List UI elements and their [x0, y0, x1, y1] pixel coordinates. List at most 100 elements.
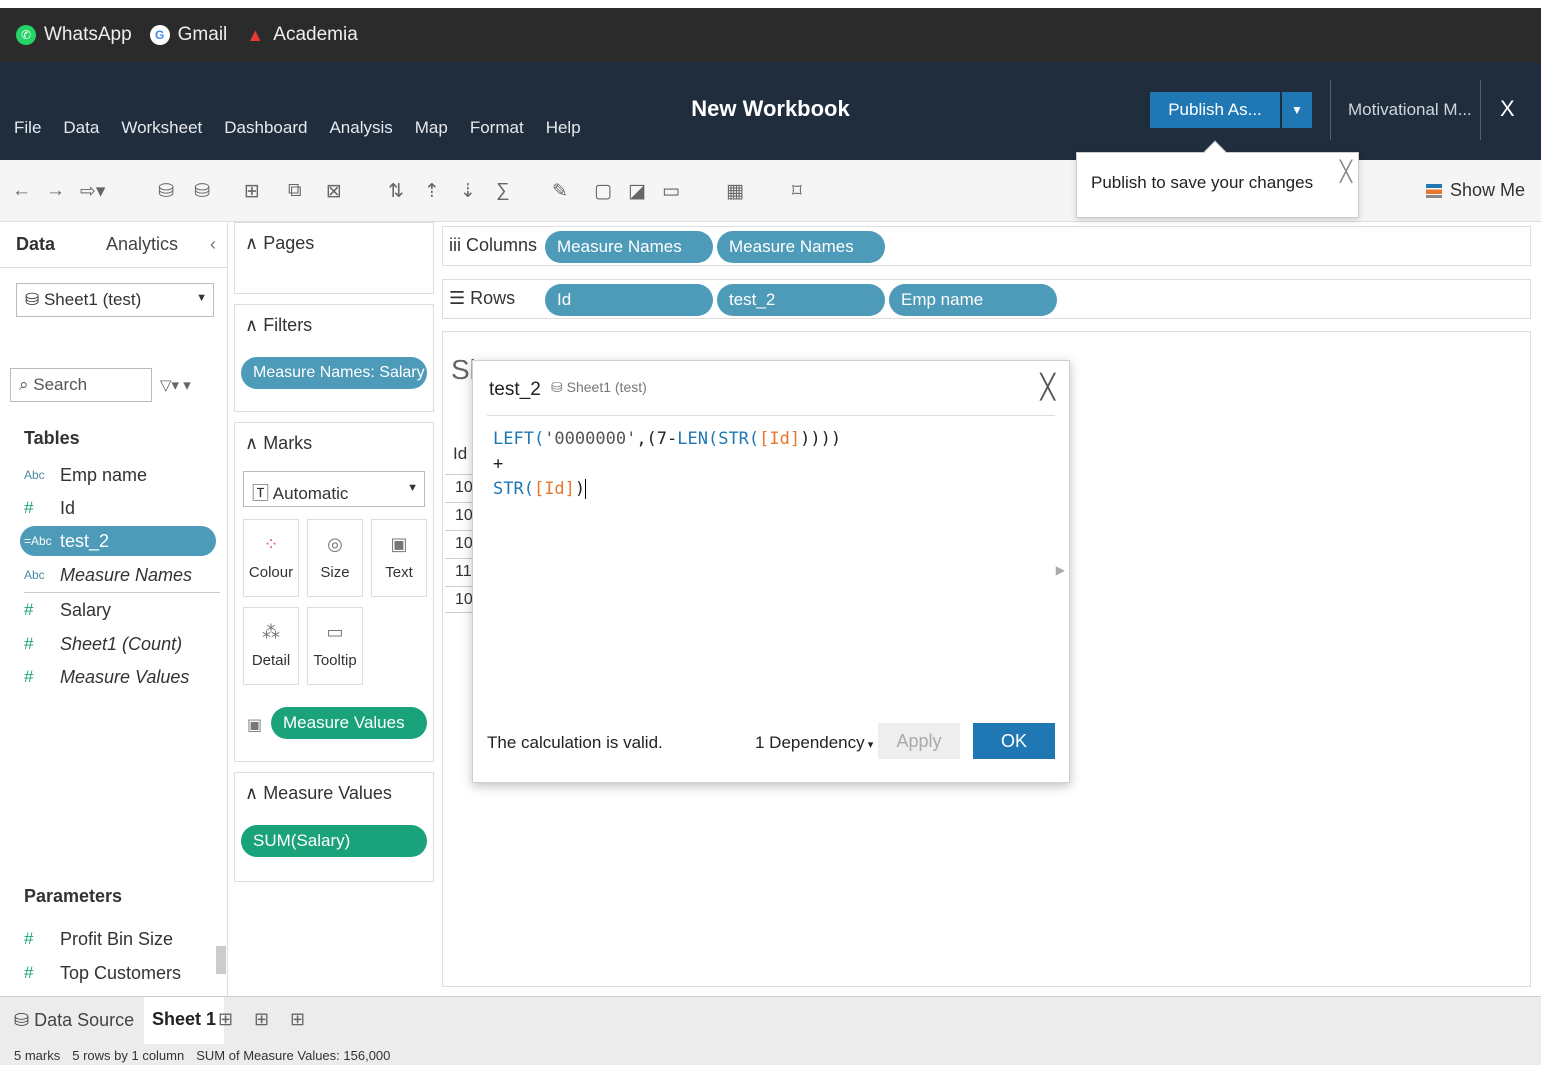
tab-analytics[interactable]: Analytics — [106, 234, 178, 255]
filter-pill[interactable]: Measure Names: Salary — [241, 357, 427, 389]
field-emp-name[interactable]: Abc Emp name — [24, 460, 220, 490]
sort-ascending-icon[interactable]: ⇡ — [424, 180, 440, 203]
new-story-icon[interactable]: ⊞ — [290, 1009, 305, 1030]
chevron-down-icon: ▼ — [407, 482, 418, 494]
datasource-icon: ⛁ — [25, 290, 44, 309]
undo-icon[interactable]: ← — [12, 180, 31, 202]
bookmark-whatsapp[interactable]: ✆ WhatsApp — [16, 24, 132, 46]
menu-map[interactable]: Map — [415, 118, 448, 138]
new-dashboard-icon[interactable]: ⊞ — [254, 1009, 269, 1030]
marks-pill-measure-values[interactable]: Measure Values — [271, 707, 427, 739]
show-me-button[interactable]: Show Me — [1426, 180, 1525, 201]
tab-data-source[interactable]: ⛁ Data Source — [14, 1010, 134, 1031]
field-measure-names[interactable]: Abc Measure Names — [24, 560, 220, 590]
pause-updates-icon[interactable]: ⛁ — [194, 180, 210, 203]
ok-button[interactable]: OK — [973, 723, 1055, 759]
collapse-icon[interactable]: ∧ — [245, 315, 263, 335]
sort-descending-icon[interactable]: ⇣ — [460, 180, 476, 203]
parameters-heading: Parameters — [24, 886, 123, 906]
table-cell: 10 — [445, 474, 475, 501]
totals-icon[interactable]: ∑ — [496, 180, 510, 202]
formula-editor[interactable]: LEFT('0000000',(7-LEN(STR([Id])))) + STR… — [493, 427, 841, 502]
menu-help[interactable]: Help — [546, 118, 581, 138]
field-measure-values[interactable]: # Measure Values — [24, 662, 220, 692]
menu-analysis[interactable]: Analysis — [329, 118, 392, 138]
swap-icon[interactable]: ⇅ — [388, 180, 404, 203]
scrollbar[interactable] — [216, 946, 226, 974]
detail-button[interactable]: ⁂ Detail — [243, 607, 299, 685]
redo-icon[interactable]: → — [46, 180, 65, 202]
param-top-customers[interactable]: # Top Customers — [24, 958, 220, 988]
validation-status: The calculation is valid. — [487, 733, 663, 752]
tab-data[interactable]: Data — [16, 234, 55, 255]
calc-name[interactable]: test_2 — [489, 379, 541, 401]
param-profit-bin-size[interactable]: # Profit Bin Size — [24, 924, 220, 954]
calculation-dialog: test_2 ⛁ Sheet1 (test) ╳ LEFT('0000000',… — [472, 360, 1070, 783]
replay-icon[interactable]: ⇨▾ — [80, 180, 105, 203]
rows-shelf: ☰ Rows Id test_2 Emp name — [442, 279, 1531, 319]
close-icon[interactable]: ╳ — [1041, 373, 1055, 402]
datasource-select[interactable]: ⛁ Sheet1 (test) ▼ — [16, 283, 214, 317]
google-icon: G — [149, 25, 170, 45]
new-datasource-icon[interactable]: ⛁ — [158, 180, 174, 203]
tooltip-button[interactable]: ▭ Tooltip — [307, 607, 363, 685]
search-input[interactable]: ⌕ Search — [10, 368, 152, 402]
fit-icon[interactable]: ▭ — [662, 180, 680, 203]
size-button[interactable]: ◎ Size — [307, 519, 363, 597]
labels-icon[interactable]: ▢ — [594, 180, 612, 203]
show-cards-icon[interactable]: ▦ — [726, 180, 744, 203]
rows-pill-id[interactable]: Id — [545, 284, 713, 316]
divider — [1480, 80, 1481, 140]
menu-data[interactable]: Data — [63, 118, 99, 138]
divider — [24, 592, 220, 593]
new-worksheet-icon[interactable]: ⊞ — [218, 1009, 233, 1030]
menu-dashboard[interactable]: Dashboard — [224, 118, 307, 138]
apply-button[interactable]: Apply — [878, 723, 960, 759]
field-test-2[interactable]: =Abc test_2 — [20, 526, 216, 556]
text-button[interactable]: ▣ Text — [371, 519, 427, 597]
account-menu[interactable]: Motivational M... — [1348, 100, 1472, 120]
tooltip-icon[interactable]: ⌑ — [792, 180, 802, 203]
pane-tabs: Data Analytics ‹ — [0, 222, 228, 268]
menu-file[interactable]: File — [14, 118, 41, 138]
collapse-icon[interactable]: ∧ — [245, 233, 263, 253]
colour-button[interactable]: ⁘ Colour — [243, 519, 299, 597]
chevron-down-icon: ▼ — [196, 292, 207, 304]
field-sheet1-count[interactable]: # Sheet1 (Count) — [24, 629, 220, 659]
rows-pill-test-2[interactable]: test_2 — [717, 284, 885, 316]
field-salary[interactable]: # Salary — [24, 595, 220, 625]
detail-icon: ⁂ — [262, 622, 280, 642]
bookmark-academia[interactable]: ▲ Academia — [245, 24, 357, 46]
divider — [487, 415, 1055, 416]
columns-pill-measure-names[interactable]: Measure Names — [545, 231, 713, 263]
bookmark-gmail[interactable]: G Gmail — [149, 24, 227, 46]
close-button[interactable]: X — [1500, 96, 1515, 122]
columns-shelf: iii Columns Measure Names Measure Names — [442, 226, 1531, 266]
filter-icon[interactable]: ▽▾ ▾ — [160, 376, 191, 394]
sum-salary-pill[interactable]: SUM(Salary) — [241, 825, 427, 857]
measure-values-card: ∧ Measure Values SUM(Salary) — [234, 772, 434, 882]
dependency-dropdown[interactable]: 1 Dependency ▾ — [755, 733, 873, 753]
rows-pill-emp-name[interactable]: Emp name — [889, 284, 1057, 316]
mark-type-select[interactable]: 🅃 Automatic ▼ — [243, 471, 425, 507]
new-worksheet-icon[interactable]: ⊞ — [244, 180, 260, 203]
collapse-icon[interactable]: ∧ — [245, 433, 263, 453]
cards-column: ∧ Pages ∧ Filters Measure Names: Salary … — [228, 222, 440, 996]
datasource-icon: ⛁ — [551, 379, 567, 395]
clear-sheet-icon[interactable]: ⊠ — [326, 180, 342, 203]
tab-sheet-1[interactable]: Sheet 1 — [144, 997, 225, 1045]
collapse-icon[interactable]: ∧ — [245, 783, 263, 803]
collapse-icon[interactable]: ‹ — [210, 234, 216, 255]
highlight-icon[interactable]: ✎ — [552, 180, 568, 203]
columns-pill-measure-names[interactable]: Measure Names — [717, 231, 885, 263]
close-icon[interactable]: ╳ — [1340, 159, 1352, 184]
duplicate-sheet-icon[interactable]: ⧉ — [288, 180, 302, 202]
menu-format[interactable]: Format — [470, 118, 524, 138]
field-id[interactable]: # Id — [24, 493, 220, 523]
expand-arrow-icon[interactable]: ▶ — [1056, 563, 1065, 577]
publish-dropdown-button[interactable]: ▼ — [1282, 92, 1312, 128]
colour-icon: ⁘ — [263, 534, 279, 554]
annotate-icon[interactable]: ◪ — [628, 180, 646, 203]
publish-as-button[interactable]: Publish As... — [1150, 92, 1282, 128]
menu-worksheet[interactable]: Worksheet — [121, 118, 202, 138]
